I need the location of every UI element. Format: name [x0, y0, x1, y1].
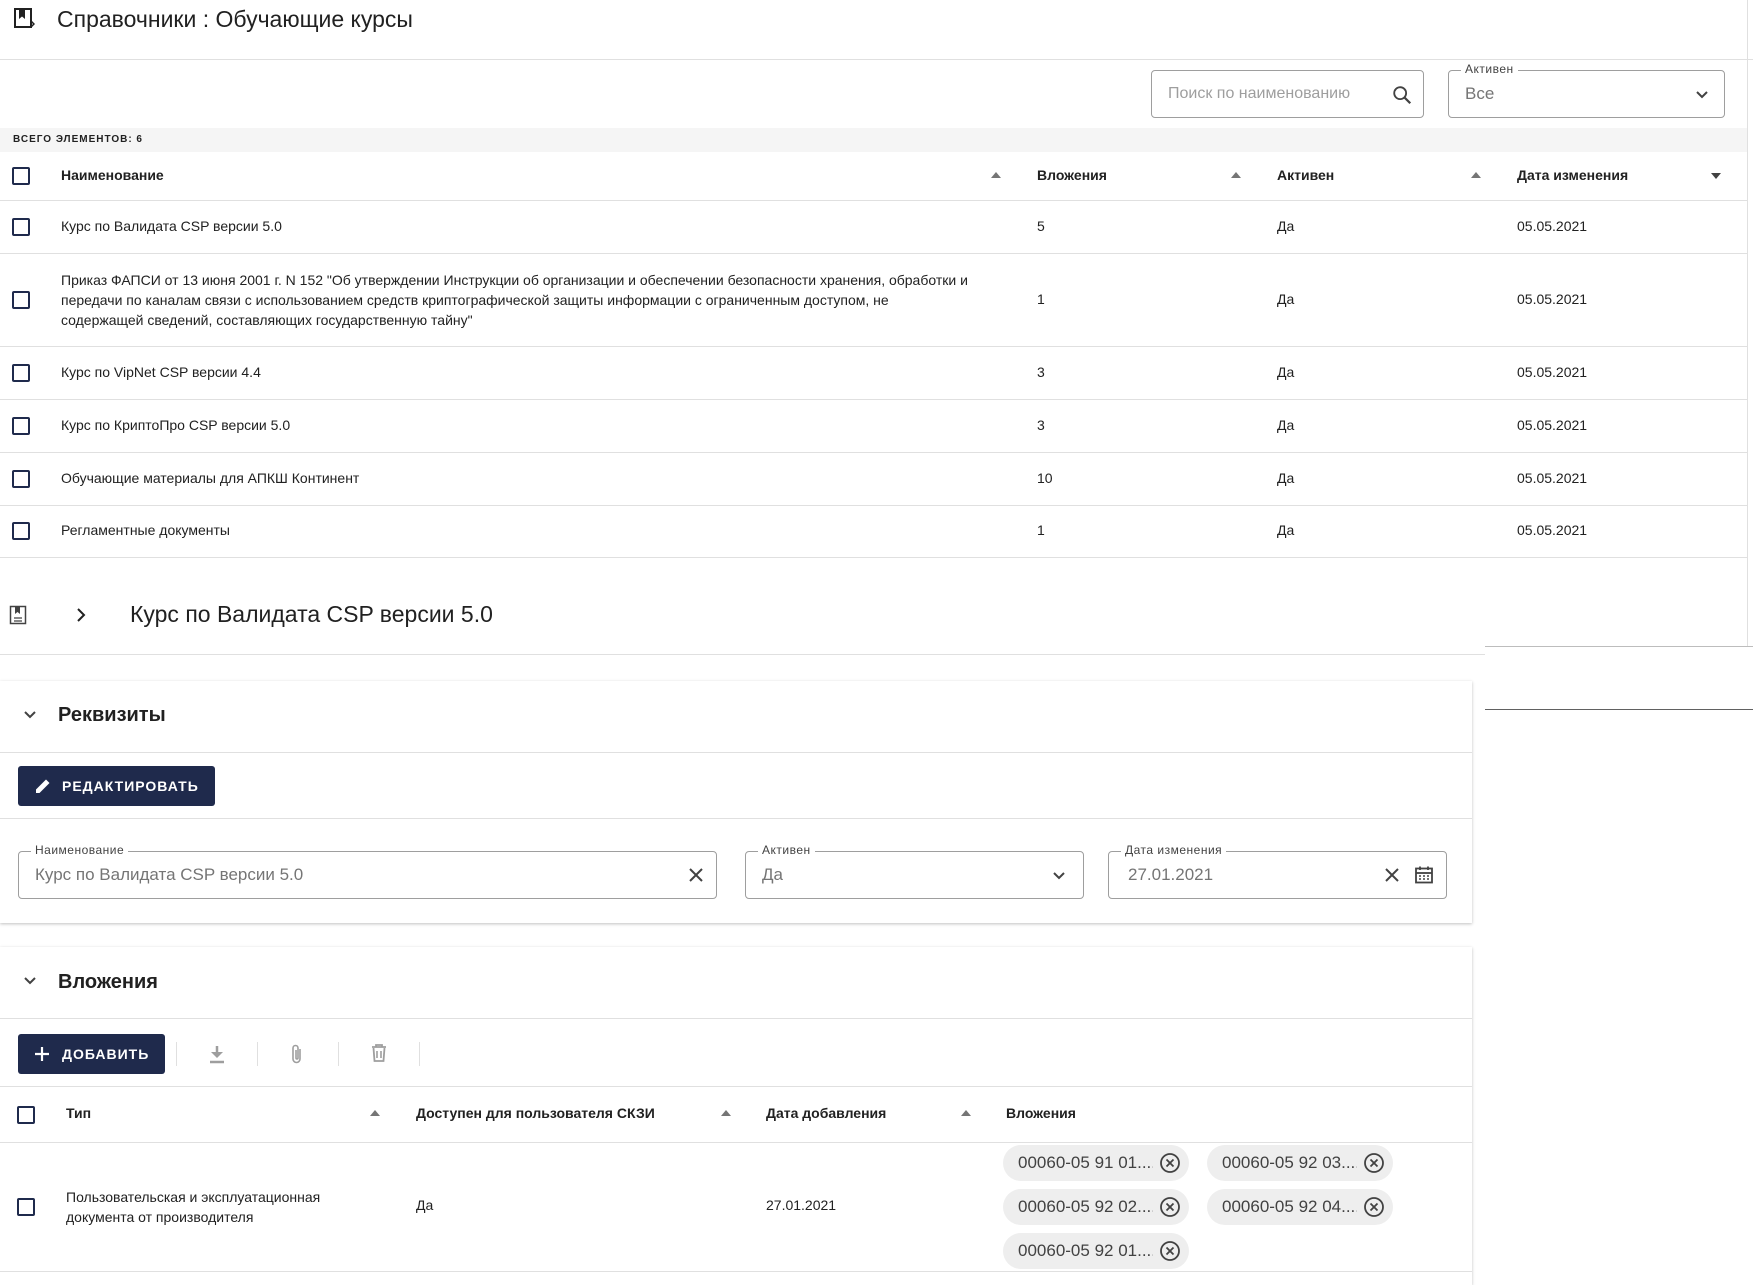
- row-active: Да: [1277, 218, 1295, 234]
- file-chip[interactable]: 00060-05 91 01....: [1003, 1145, 1189, 1181]
- sort-desc-icon[interactable]: [1711, 173, 1721, 179]
- row-active: Да: [1277, 291, 1295, 307]
- download-icon[interactable]: [208, 1044, 226, 1064]
- search-input[interactable]: Поиск по наименованию: [1151, 70, 1424, 118]
- file-chip[interactable]: 00060-05 92 01....: [1003, 1233, 1189, 1269]
- row-date: 05.05.2021: [1517, 470, 1588, 486]
- row-checkbox[interactable]: [12, 470, 30, 488]
- search-icon[interactable]: [1391, 84, 1413, 106]
- row-name[interactable]: Курс по КриптоПро CSP версии 5.0: [61, 417, 290, 433]
- row-active: Да: [1277, 417, 1295, 433]
- total-count: ВСЕГО ЭЛЕМЕНТОВ: 6: [13, 134, 143, 145]
- row-checkbox[interactable]: [12, 417, 30, 435]
- date-field[interactable]: Дата изменения 27.01.2021: [1108, 843, 1447, 899]
- add-button[interactable]: ДОБАВИТЬ: [18, 1034, 166, 1074]
- sort-asc-icon[interactable]: [991, 172, 1001, 178]
- row-attachments: 10: [1037, 470, 1053, 486]
- row-type[interactable]: Пользовательская и эксплуатационная доку…: [66, 1187, 320, 1227]
- close-icon[interactable]: [688, 867, 704, 883]
- sort-asc-icon[interactable]: [1471, 172, 1481, 178]
- row-date: 05.05.2021: [1517, 218, 1588, 234]
- close-icon[interactable]: [1384, 867, 1400, 883]
- row-name[interactable]: Курс по Валидата CSP версии 5.0: [61, 218, 282, 234]
- trash-icon[interactable]: [370, 1043, 388, 1063]
- row-attachments: 5: [1037, 218, 1045, 234]
- column-header-files: Вложения: [1006, 1105, 1076, 1121]
- row-checkbox[interactable]: [12, 364, 30, 382]
- attachments-card: Вложения ДОБАВИТЬ Тип Доступен для польз…: [0, 947, 1472, 1285]
- chevron-down-icon[interactable]: [1694, 87, 1710, 103]
- active-filter-select[interactable]: Активен Все: [1448, 62, 1725, 118]
- chevron-right-icon[interactable]: [74, 607, 88, 623]
- row-name[interactable]: Курс по VipNet CSP версии 4.4: [61, 364, 261, 380]
- calendar-icon[interactable]: [1414, 865, 1434, 885]
- name-field[interactable]: Наименование Курс по Валидата CSP версии…: [18, 843, 717, 899]
- row-checkbox[interactable]: [12, 291, 30, 309]
- file-chip[interactable]: 00060-05 92 04....: [1207, 1189, 1393, 1225]
- row-name[interactable]: Приказ ФАПСИ от 13 июня 2001 г. N 152 "О…: [61, 270, 968, 330]
- chevron-down-icon[interactable]: [22, 974, 38, 988]
- row-active: Да: [1277, 470, 1295, 486]
- row-date-added: 27.01.2021: [766, 1197, 837, 1213]
- select-all-attachments-checkbox[interactable]: [17, 1106, 35, 1124]
- chevron-down-icon[interactable]: [1051, 868, 1067, 884]
- row-date: 05.05.2021: [1517, 364, 1588, 380]
- column-header-name[interactable]: Наименование: [61, 167, 164, 183]
- row-available: Да: [416, 1197, 434, 1213]
- pencil-icon: [34, 777, 52, 795]
- chevron-down-icon[interactable]: [22, 708, 38, 722]
- sort-asc-icon[interactable]: [721, 1110, 731, 1116]
- active-select[interactable]: Активен Да: [745, 843, 1084, 899]
- row-active: Да: [1277, 522, 1295, 538]
- row-date: 05.05.2021: [1517, 291, 1588, 307]
- row-active: Да: [1277, 364, 1295, 380]
- requisites-section-title: Реквизиты: [58, 704, 166, 726]
- circle-close-icon[interactable]: [1363, 1196, 1385, 1218]
- column-header-active[interactable]: Активен: [1277, 167, 1334, 183]
- detail-bookmark-icon: [9, 605, 27, 625]
- sort-asc-icon[interactable]: [961, 1110, 971, 1116]
- row-date: 05.05.2021: [1517, 417, 1588, 433]
- row-attachments: 1: [1037, 291, 1045, 307]
- file-chip[interactable]: 00060-05 92 03....: [1207, 1145, 1393, 1181]
- row-name[interactable]: Обучающие материалы для АПКШ Континент: [61, 470, 359, 486]
- circle-close-icon[interactable]: [1159, 1240, 1181, 1262]
- sort-asc-icon[interactable]: [370, 1110, 380, 1116]
- row-attachments: 1: [1037, 522, 1045, 538]
- row-attachments: 3: [1037, 364, 1045, 380]
- circle-close-icon[interactable]: [1159, 1196, 1181, 1218]
- column-header-available[interactable]: Доступен для пользователя СКЗИ: [416, 1105, 655, 1121]
- requisites-card: Реквизиты РЕДАКТИРОВАТЬ Наименование Кур…: [0, 681, 1472, 923]
- detail-title: Курс по Валидата CSP версии 5.0: [130, 601, 493, 627]
- file-chip[interactable]: 00060-05 92 02....: [1003, 1189, 1189, 1225]
- row-attachments: 3: [1037, 417, 1045, 433]
- page-title: Справочники : Обучающие курсы: [57, 6, 413, 32]
- row-checkbox[interactable]: [17, 1198, 35, 1216]
- row-name[interactable]: Регламентные документы: [61, 522, 230, 538]
- column-header-attachments[interactable]: Вложения: [1037, 167, 1107, 183]
- sort-asc-icon[interactable]: [1231, 172, 1241, 178]
- circle-close-icon[interactable]: [1363, 1152, 1385, 1174]
- header-bookmark-icon: [13, 7, 35, 29]
- row-date: 05.05.2021: [1517, 522, 1588, 538]
- paperclip-icon[interactable]: [289, 1043, 305, 1065]
- row-checkbox[interactable]: [12, 218, 30, 236]
- attachments-section-title: Вложения: [58, 971, 158, 993]
- edit-button[interactable]: РЕДАКТИРОВАТЬ: [18, 766, 215, 806]
- column-header-date[interactable]: Дата изменения: [1517, 167, 1628, 183]
- row-checkbox[interactable]: [12, 522, 30, 540]
- circle-close-icon[interactable]: [1159, 1152, 1181, 1174]
- column-header-type[interactable]: Тип: [66, 1105, 91, 1121]
- column-header-date-added[interactable]: Дата добавления: [766, 1105, 886, 1121]
- plus-icon: [34, 1046, 50, 1062]
- select-all-checkbox[interactable]: [12, 167, 30, 185]
